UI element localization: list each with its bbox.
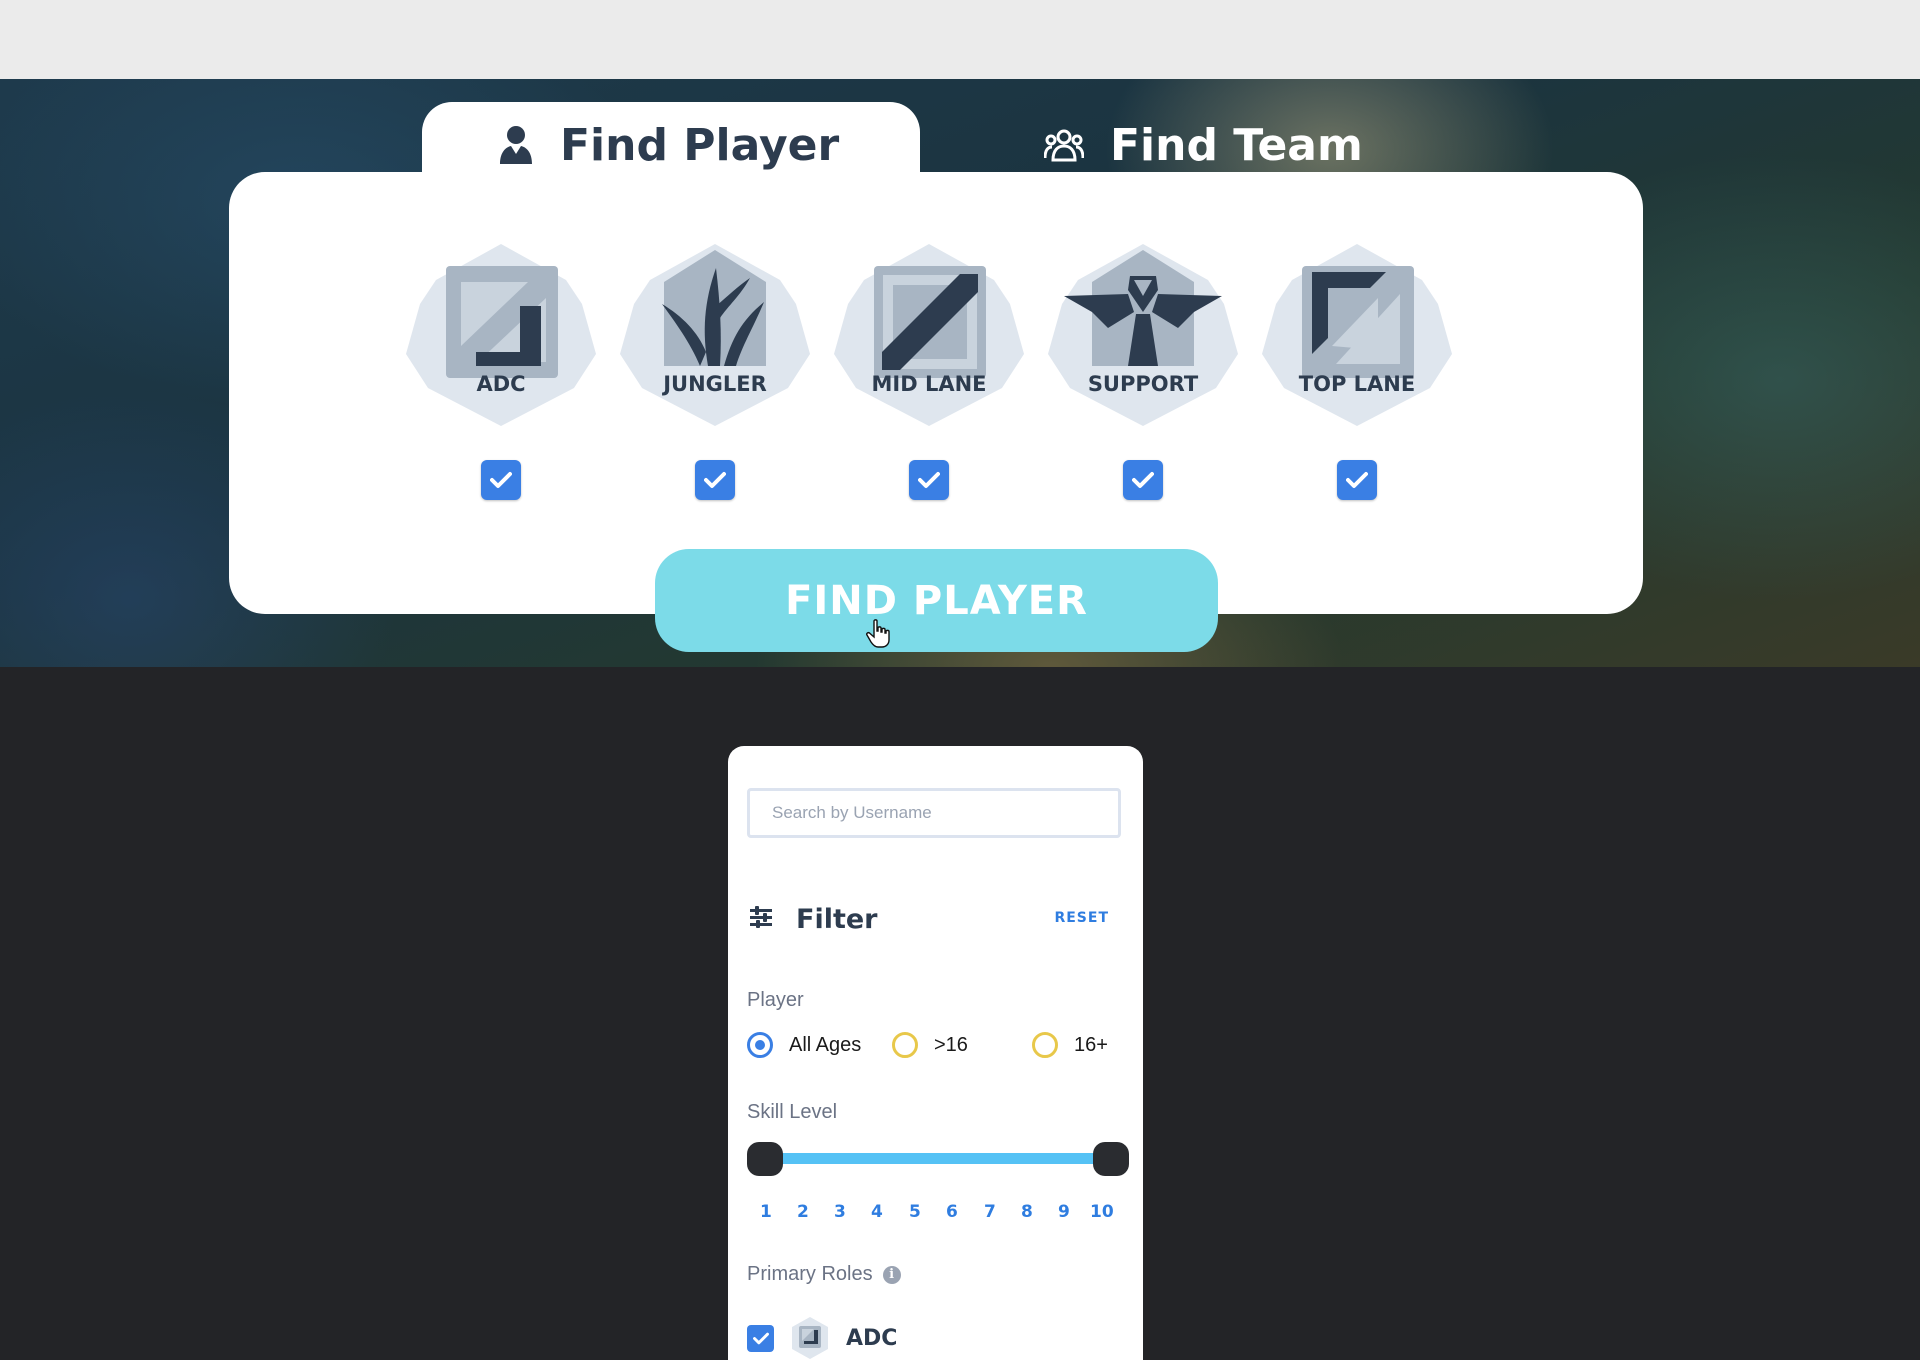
skill-tick: 10	[1090, 1202, 1114, 1222]
skill-tick: 1	[760, 1202, 772, 1222]
adc-role-icon	[792, 1317, 828, 1359]
slider-track	[761, 1153, 1113, 1164]
check-icon	[704, 472, 726, 488]
primary-roles-label: Primary Roles	[747, 1263, 873, 1285]
find-player-button[interactable]: FIND PLAYER	[655, 549, 1218, 652]
skill-tick: 6	[946, 1202, 958, 1222]
check-icon	[1132, 472, 1154, 488]
role-jungler: JUNGLER	[620, 242, 810, 500]
primary-role-item: ADC	[747, 1316, 897, 1360]
slider-min-thumb[interactable]	[747, 1142, 783, 1176]
role-jungler-badge[interactable]: JUNGLER	[620, 242, 810, 428]
check-icon	[752, 1332, 769, 1344]
role-support-checkbox[interactable]	[1123, 460, 1163, 500]
skill-tick: 2	[797, 1202, 809, 1222]
role-adc-label: ADC	[476, 372, 526, 396]
role-support-label: SUPPORT	[1087, 372, 1199, 396]
check-icon	[1346, 472, 1368, 488]
browser-top-bar	[0, 0, 1920, 79]
primary-roles-heading: Primary Roles i	[747, 1263, 901, 1286]
role-top-lane-label: TOP LANE	[1298, 372, 1416, 396]
radio-over-16[interactable]: >16	[892, 1032, 968, 1058]
role-jungler-label: JUNGLER	[663, 372, 767, 396]
tab-find-team-label: Find Team	[1110, 119, 1363, 171]
adc-role-icon	[406, 244, 596, 426]
check-icon	[490, 472, 512, 488]
radio-selected-indicator	[747, 1032, 773, 1058]
skill-level-label: Skill Level	[747, 1101, 838, 1123]
radio-all-ages[interactable]: All Ages	[747, 1032, 861, 1058]
skill-level-slider[interactable]	[747, 1140, 1129, 1180]
skill-tick: 8	[1021, 1202, 1033, 1222]
slider-max-thumb[interactable]	[1093, 1142, 1129, 1176]
role-top-lane-checkbox[interactable]	[1337, 460, 1377, 500]
role-support: SUPPORT	[1048, 242, 1238, 500]
jungler-role-icon	[620, 244, 810, 426]
role-adc-checkbox[interactable]	[481, 460, 521, 500]
skill-tick: 3	[834, 1202, 846, 1222]
hand-cursor-icon	[866, 619, 890, 648]
player-label: Player	[747, 989, 804, 1011]
check-icon	[918, 472, 940, 488]
reset-button[interactable]: RESET	[1054, 910, 1109, 926]
tab-find-player-label: Find Player	[560, 119, 840, 171]
skill-tick: 9	[1058, 1202, 1070, 1222]
skill-tick: 5	[909, 1202, 921, 1222]
role-mid-lane-badge[interactable]: MID LANE	[834, 242, 1024, 428]
filter-panel: Filter RESET Player All Ages >16 16+ Ski…	[728, 746, 1143, 1360]
role-jungler-checkbox[interactable]	[695, 460, 735, 500]
radio-16-plus-label: 16+	[1074, 1033, 1108, 1056]
radio-unselected-indicator	[1032, 1032, 1058, 1058]
role-support-badge[interactable]: SUPPORT	[1048, 242, 1238, 428]
sliders-icon	[750, 906, 772, 928]
radio-over-16-label: >16	[934, 1033, 968, 1056]
filter-title: Filter	[796, 904, 878, 935]
role-top-lane-badge[interactable]: TOP LANE	[1262, 242, 1452, 428]
radio-unselected-indicator	[892, 1032, 918, 1058]
team-icon	[1044, 129, 1084, 162]
primary-role-adc-checkbox[interactable]	[747, 1324, 774, 1352]
player-age-options: All Ages >16 16+	[747, 1032, 1127, 1062]
top-lane-role-icon	[1262, 244, 1452, 426]
role-mid-lane-checkbox[interactable]	[909, 460, 949, 500]
radio-16-plus[interactable]: 16+	[1032, 1032, 1108, 1058]
role-mid-lane: MID LANE	[834, 242, 1024, 500]
role-top-lane: TOP LANE	[1262, 242, 1452, 500]
role-mid-lane-label: MID LANE	[871, 372, 987, 396]
skill-tick: 7	[984, 1202, 996, 1222]
role-adc: ADC	[406, 242, 596, 500]
skill-tick: 4	[871, 1202, 883, 1222]
user-icon	[500, 126, 532, 164]
info-icon[interactable]: i	[882, 1265, 901, 1284]
support-role-icon	[1048, 244, 1238, 426]
search-input[interactable]	[747, 788, 1121, 838]
role-adc-badge[interactable]: ADC	[406, 242, 596, 428]
primary-role-adc-label: ADC	[846, 1325, 898, 1351]
mid-lane-role-icon	[834, 244, 1024, 426]
radio-all-ages-label: All Ages	[789, 1033, 862, 1056]
